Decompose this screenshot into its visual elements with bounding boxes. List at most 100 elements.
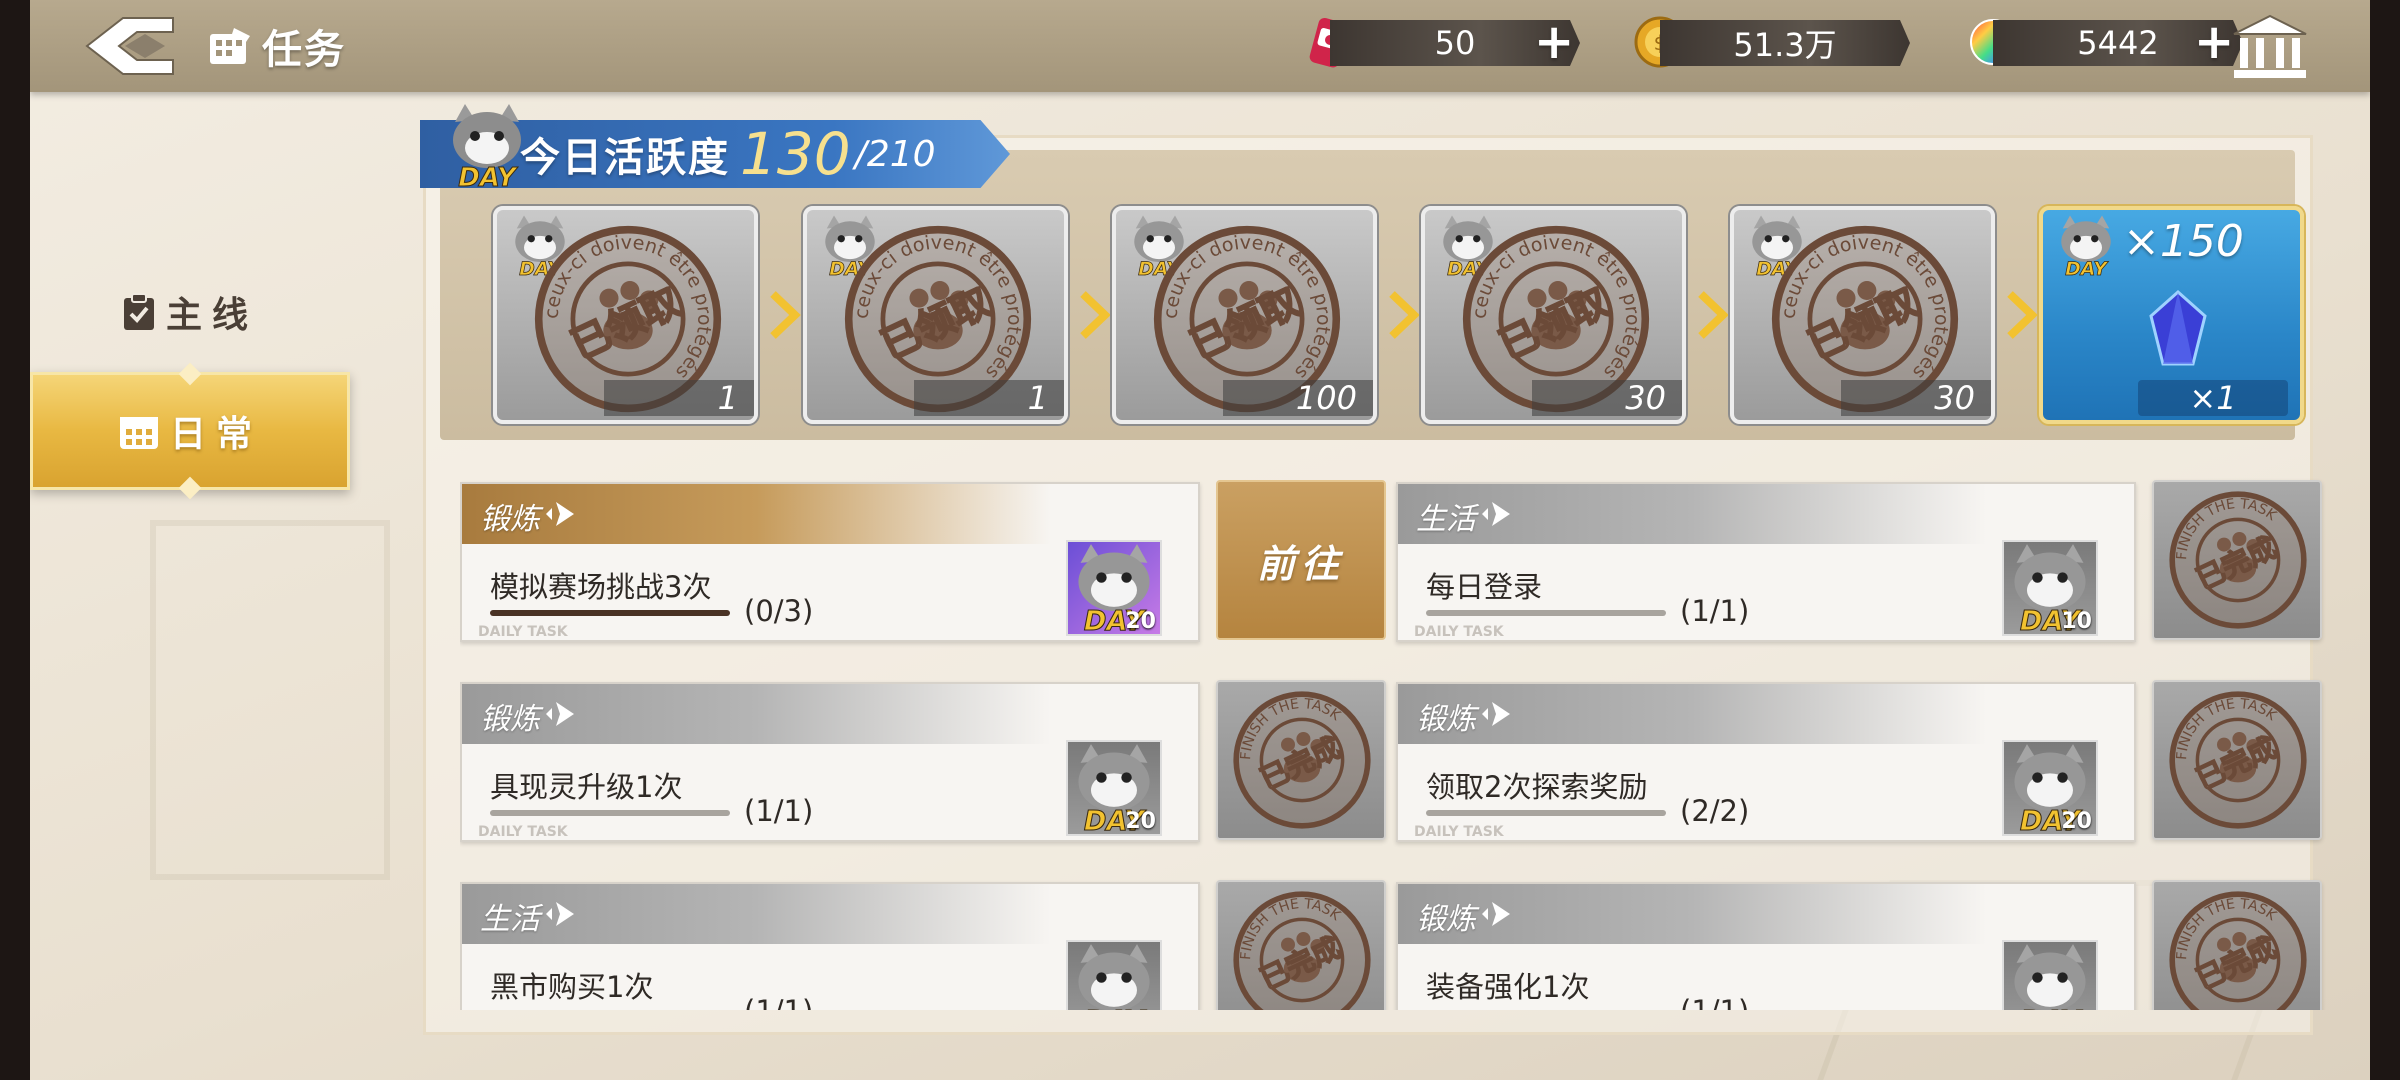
clipboard-icon [123, 293, 154, 330]
task-progress-text: (2/2) [1680, 794, 1750, 828]
task-card: 锻炼领取2次探索奖励 (2/2) DAILY TASK DAY 20 [1396, 682, 2136, 842]
task-reward-icon[interactable]: DAY [2002, 940, 2098, 1010]
task-card: 锻炼 具现灵升级1次 (1/1) DAILY TASK DAY 20 [460, 682, 1200, 842]
task-progress-bar [1426, 610, 1666, 616]
task-reward-icon[interactable]: DAY 20 [1066, 740, 1162, 836]
task-list: 锻炼 模拟赛场挑战3次 (0/3) DAILY TASK DAY 20 前往 生活 每日登录 (1… [460, 470, 2330, 1010]
task-name: 领取2次探索奖励 [1426, 770, 1648, 804]
arrow-right-icon [546, 702, 574, 726]
gem-value: 5442 [2077, 24, 2159, 62]
task-reward-amount: 20 [2061, 809, 2092, 834]
task-complete-badge: FINISH THE TASK 已完成 [1216, 680, 1386, 840]
chevron-right-icon [770, 291, 801, 339]
task-category: 锻炼 [480, 502, 540, 537]
reward-quantity: ×1 [2138, 380, 2288, 416]
chevron-right-icon [1389, 291, 1420, 339]
calendar-icon [119, 417, 158, 449]
activity-reward-4[interactable]: DAY ceux-ci doivent être protégés 已领取 30 [1421, 206, 1686, 424]
task-complete-badge: FINISH THE TASK 已完成 [2152, 880, 2322, 1010]
cat-day-icon: DAY [2061, 215, 2111, 278]
task-reward-icon[interactable]: DAY 20 [2002, 740, 2098, 836]
sidebar-item-main-label: 主线 [165, 295, 258, 336]
task-complete-badge: FINISH THE TASK 已完成 [1216, 880, 1386, 1010]
completed-stamp-icon: FINISH THE TASK已完成 [2169, 691, 2307, 829]
page-title: 任务 [206, 20, 346, 73]
task-card: 生活每日登录 (1/1) DAILY TASK DAY 10 [1396, 482, 2136, 642]
task-progress-text: (1/1) [744, 794, 814, 828]
completed-stamp-icon: FINISH THE TASK已完成 [2169, 891, 2307, 1010]
daily-task-tag: DAILY TASK [1414, 624, 1504, 640]
task-name: 具现灵升级1次 [490, 770, 683, 804]
arrow-right-icon [1482, 502, 1510, 526]
activity-max: /210 [854, 133, 936, 175]
bank-icon[interactable] [2230, 14, 2310, 80]
task-progress-text: (1/1) [744, 994, 813, 1010]
task-progress-fill [490, 810, 730, 816]
background-house [150, 520, 390, 880]
task-category: 生活 [1416, 502, 1476, 537]
reward-quantity: 1 [914, 380, 1064, 416]
top-bar: 任务 50 + $ 51.3万 5442 [30, 0, 2370, 92]
back-arrow-icon[interactable] [85, 14, 175, 78]
task-progress-text: (1/1) [1680, 594, 1750, 628]
svg-text:DAY: DAY [2020, 1006, 2082, 1010]
task-reward-icon[interactable]: DAY 20 [1066, 540, 1162, 636]
task-name: 黑市购买1次 [490, 970, 654, 1004]
cat-day-icon: DAY [453, 104, 521, 190]
task-reward-icon[interactable]: DAY [1066, 940, 1162, 1010]
activity-reward-3[interactable]: DAY ceux-ci doivent être protégés 已领取 100 [1112, 206, 1377, 424]
task-progress-bar [1426, 810, 1666, 816]
arrow-right-icon [546, 902, 574, 926]
task-card: 锻炼装备强化1次(1/1)DAILY TASKDAY [1396, 882, 2136, 1010]
energy-value: 50 [1434, 24, 1476, 62]
task-progress-text: (1/1) [1680, 994, 1749, 1010]
reward-quantity: 30 [1841, 380, 1991, 416]
task-reward-amount: 20 [1125, 809, 1156, 834]
task-reward-amount: 10 [2061, 609, 2092, 634]
task-name: 模拟赛场挑战3次 [490, 570, 712, 604]
title-text: 任务 [262, 27, 346, 73]
task-progress-fill [1426, 810, 1666, 816]
task-category: 生活 [480, 902, 540, 937]
activity-reward-5[interactable]: DAY ceux-ci doivent être protégés 已领取 30 [1730, 206, 1995, 424]
gold-counter: 51.3万 [1660, 20, 1910, 66]
svg-text:DAY: DAY [458, 163, 519, 190]
activity-reward-2[interactable]: DAY ceux-ci doivent être protégés 已领取 1 [803, 206, 1068, 424]
task-complete-badge: FINISH THE TASK 已完成 [2152, 480, 2322, 640]
task-book-icon [210, 28, 250, 64]
reward-quantity: 1 [604, 380, 754, 416]
reward-quantity: 30 [1532, 380, 1682, 416]
activity-label: 今日活跃度 [520, 135, 730, 181]
app-frame: 任务 50 + $ 51.3万 5442 [30, 0, 2370, 1080]
task-category: 锻炼 [1416, 702, 1476, 737]
arrow-right-icon [546, 502, 574, 526]
reward-quantity: 100 [1223, 380, 1373, 416]
energy-plus-button[interactable]: + [1534, 18, 1574, 66]
sidebar-item-daily[interactable]: 日常 [30, 372, 350, 490]
task-progress-fill [1426, 610, 1666, 616]
task-complete-badge: FINISH THE TASK 已完成 [2152, 680, 2322, 840]
gem-plus-button[interactable]: + [2194, 18, 2234, 66]
task-category: 锻炼 [480, 702, 540, 737]
completed-stamp-icon: FINISH THE TASK已完成 [2169, 491, 2307, 629]
sidebar-item-daily-label: 日常 [169, 414, 262, 455]
gold-value: 51.3万 [1733, 26, 1837, 64]
completed-stamp-icon: FINISH THE TASK已完成 [1233, 691, 1371, 829]
task-card: 生活黑市购买1次(1/1)DAILY TASKDAY [460, 882, 1200, 1010]
task-reward-amount: 20 [1125, 609, 1156, 634]
task-reward-icon[interactable]: DAY 10 [2002, 540, 2098, 636]
task-name: 每日登录 [1426, 570, 1543, 604]
task-category: 锻炼 [1416, 902, 1476, 937]
chevron-right-icon [2007, 291, 2038, 339]
chevron-right-icon [1698, 291, 1729, 339]
task-progress-bar [490, 810, 730, 816]
go-button[interactable]: 前往 [1216, 480, 1386, 640]
activity-reward-6[interactable]: DAY ×150 ×1 [2039, 206, 2304, 424]
cat-day-icon: DAY [1078, 944, 1150, 1010]
chevron-right-icon [1080, 291, 1111, 339]
blue-crystal-icon [2149, 290, 2207, 366]
sidebar-item-main[interactable]: 主线 [30, 272, 350, 352]
daily-task-tag: DAILY TASK [1414, 824, 1504, 840]
svg-text:DAY: DAY [1084, 1006, 1146, 1010]
activity-reward-1[interactable]: DAY ceux-ci doivent être protégés 已领取 1 [493, 206, 758, 424]
